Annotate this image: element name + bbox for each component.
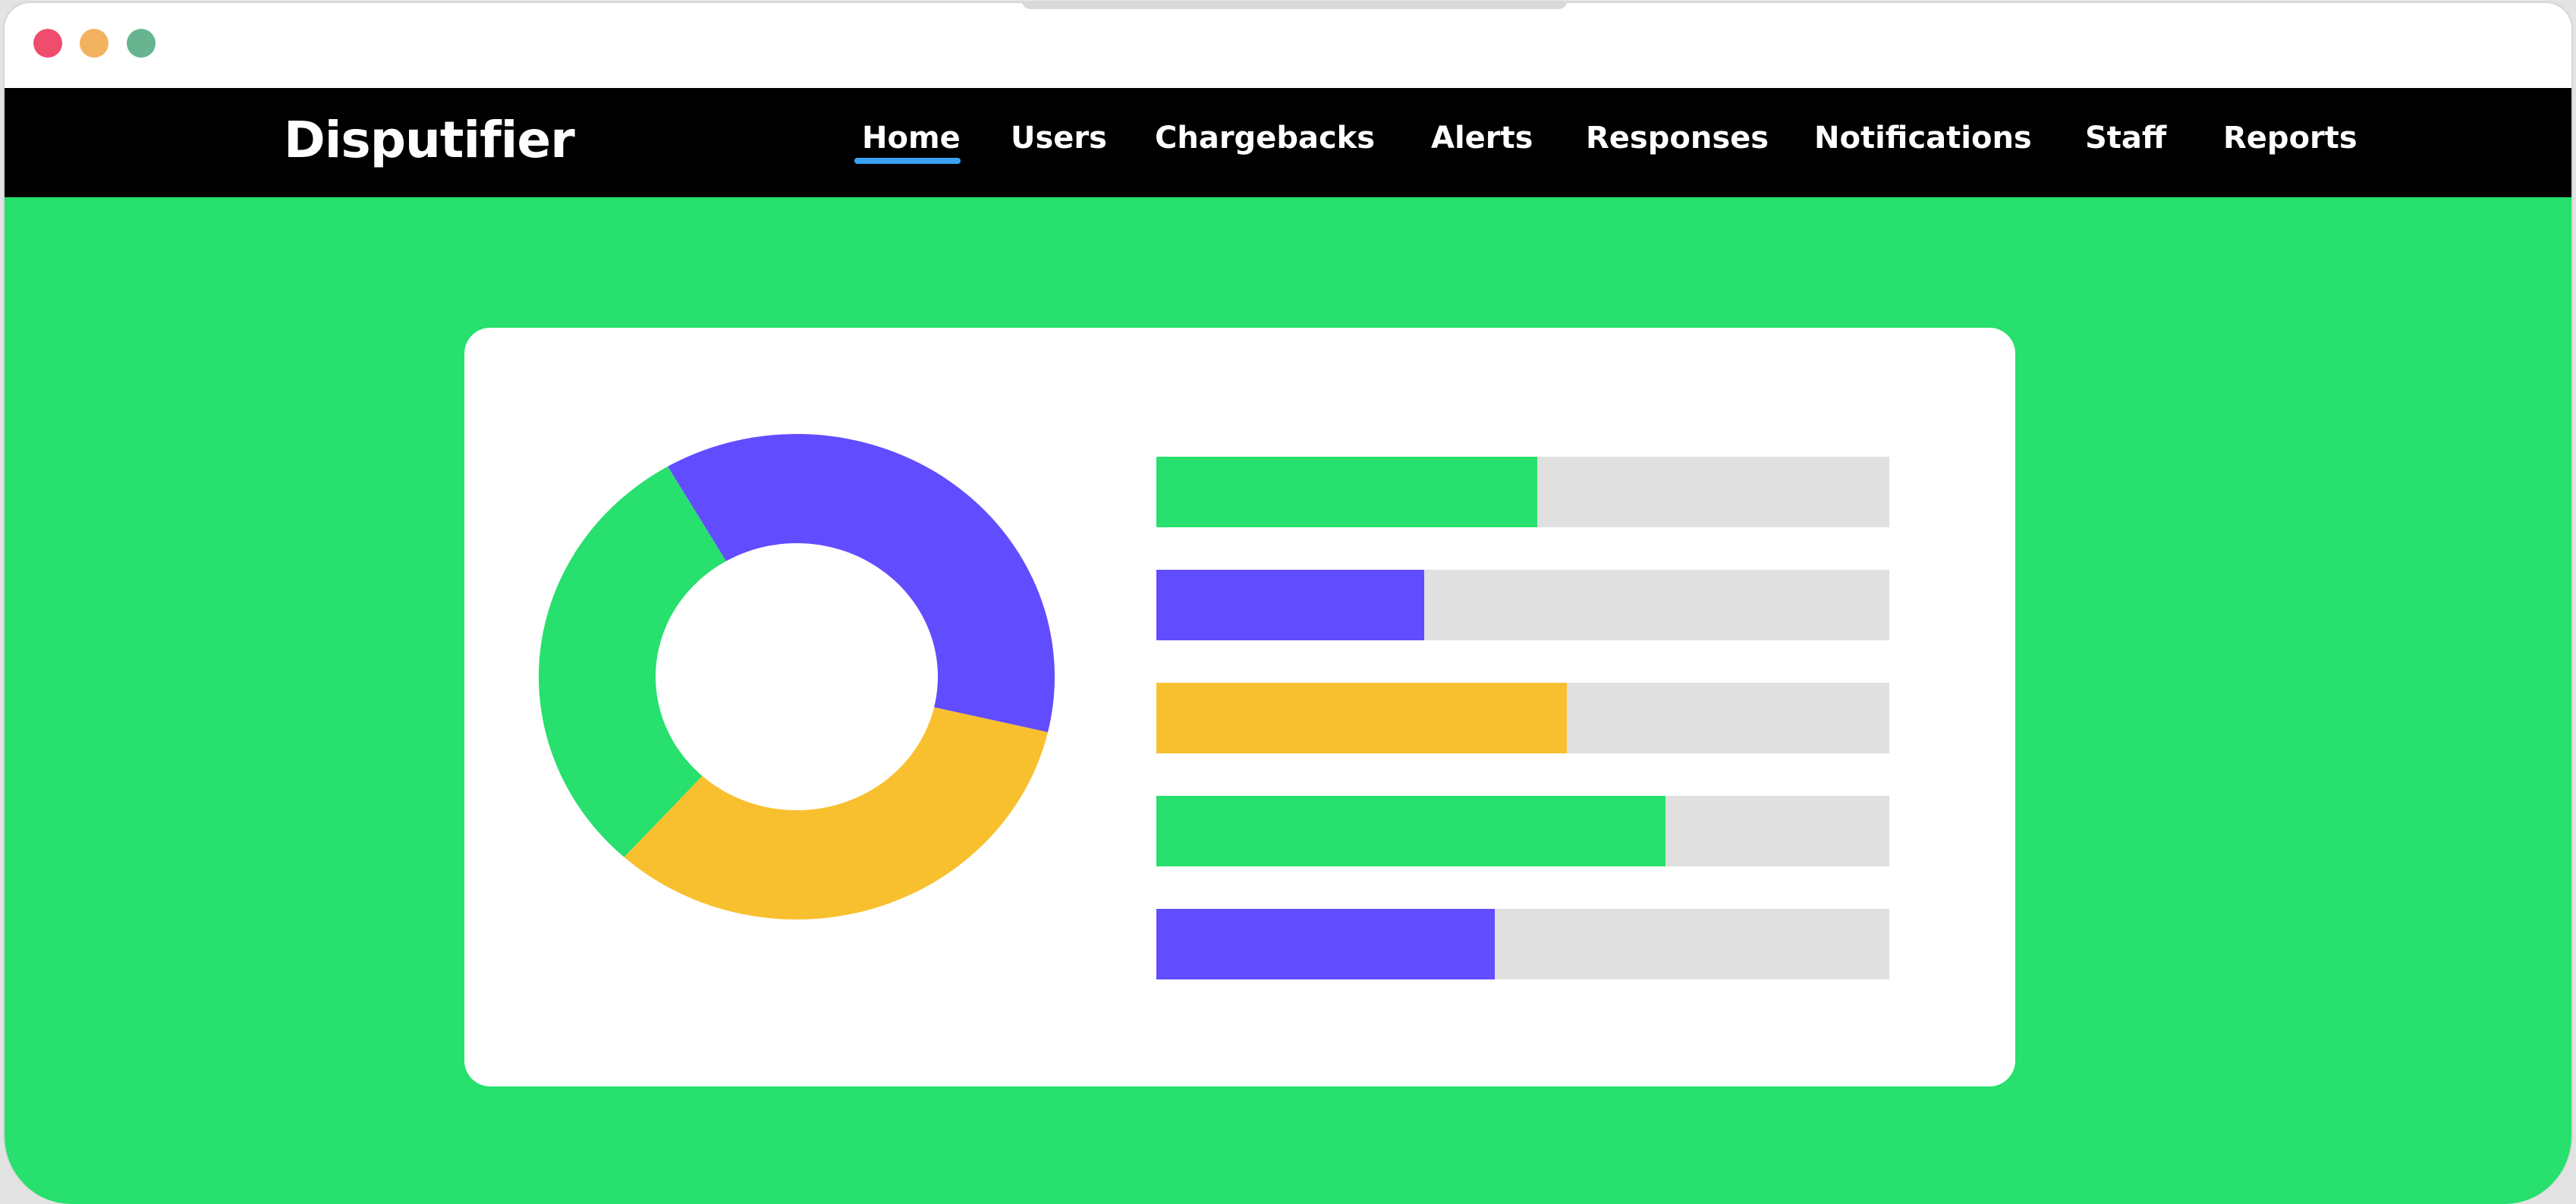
donut-slice-purple: [668, 434, 1055, 733]
brand-logo[interactable]: Disputifier: [284, 106, 575, 174]
bar-track: [1156, 683, 1889, 753]
top-navigation: Disputifier Home Users Chargebacks Alert…: [5, 88, 2571, 197]
bar-fill: [1156, 796, 1666, 866]
nav-responses[interactable]: Responses: [1586, 115, 1769, 161]
active-nav-underline: [854, 158, 961, 164]
dashboard-card: [464, 328, 2015, 1086]
nav-users[interactable]: Users: [1011, 115, 1107, 161]
bar-track: [1156, 796, 1889, 866]
nav-notifications[interactable]: Notifications: [1814, 115, 2032, 161]
bar-fill: [1156, 457, 1538, 527]
close-window-icon[interactable]: [33, 29, 62, 58]
bar-track: [1156, 457, 1889, 527]
main-content: [5, 197, 2571, 1204]
minimize-window-icon[interactable]: [80, 29, 109, 58]
title-bar: [5, 3, 2571, 88]
bar-track: [1156, 570, 1889, 640]
bar-fill: [1156, 683, 1567, 753]
nav-home[interactable]: Home: [862, 115, 961, 161]
nav-chargebacks[interactable]: Chargebacks: [1155, 115, 1375, 161]
nav-staff[interactable]: Staff: [2085, 115, 2166, 161]
bar-fill: [1156, 570, 1424, 640]
camera-notch: [1021, 3, 1568, 9]
nav-alerts[interactable]: Alerts: [1431, 115, 1533, 161]
bar-track: [1156, 909, 1889, 979]
maximize-window-icon[interactable]: [127, 29, 156, 58]
donut-slice-yellow: [624, 707, 1049, 920]
app-window: Disputifier Home Users Chargebacks Alert…: [3, 2, 2573, 1204]
bar-fill: [1156, 909, 1496, 979]
donut-chart: [539, 434, 1055, 920]
nav-reports[interactable]: Reports: [2223, 115, 2357, 161]
